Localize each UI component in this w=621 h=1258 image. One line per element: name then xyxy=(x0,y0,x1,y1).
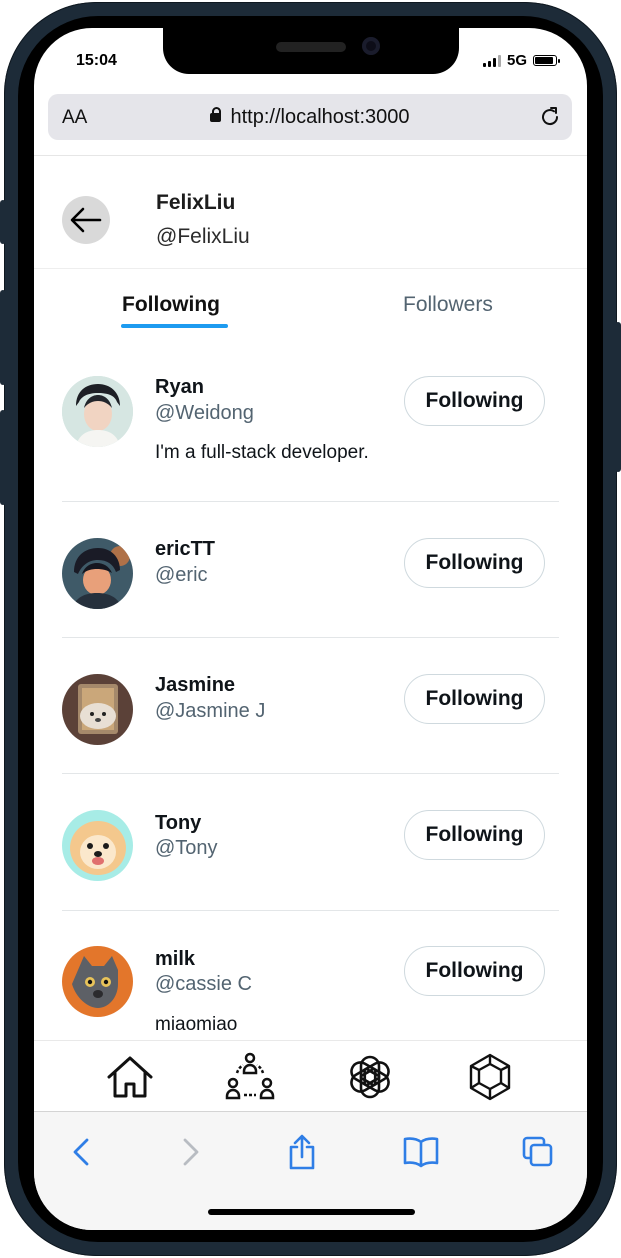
url-text: http://localhost:3000 xyxy=(230,106,410,128)
notch xyxy=(163,28,459,74)
home-icon[interactable] xyxy=(102,1049,158,1105)
user-name[interactable]: Ryan xyxy=(155,376,204,399)
user-bio: I'm a full-stack developer. xyxy=(155,442,369,463)
front-camera xyxy=(362,37,380,55)
divider xyxy=(34,155,587,156)
reload-icon[interactable] xyxy=(538,105,562,134)
lock-icon xyxy=(210,107,222,122)
divider xyxy=(62,501,559,502)
community-icon[interactable] xyxy=(222,1049,278,1105)
status-time: 15:04 xyxy=(76,52,117,69)
power-button xyxy=(615,322,621,472)
user-name[interactable]: milk xyxy=(155,948,195,971)
home-indicator[interactable] xyxy=(208,1209,415,1215)
user-name[interactable]: Jasmine xyxy=(155,674,235,697)
address-bar[interactable]: AA http://localhost:3000 xyxy=(48,94,572,140)
url-display[interactable]: http://localhost:3000 xyxy=(48,106,572,129)
divider xyxy=(62,910,559,911)
profile-handle: @FelixLiu xyxy=(156,225,250,248)
volume-down-button xyxy=(0,410,6,505)
cube-icon[interactable] xyxy=(462,1049,518,1105)
user-handle: @Jasmine J xyxy=(155,700,266,722)
divider xyxy=(62,773,559,774)
bookmarks-icon[interactable] xyxy=(399,1130,443,1174)
tab-following[interactable]: Following xyxy=(122,293,220,317)
user-handle: @cassie C xyxy=(155,973,252,995)
side-button xyxy=(0,200,6,244)
network-type: 5G xyxy=(506,52,527,69)
status-indicators: 5G xyxy=(482,52,560,69)
divider xyxy=(34,268,587,269)
avatar[interactable] xyxy=(62,946,133,1017)
following-button[interactable]: Following xyxy=(404,946,545,996)
profile-name: FelixLiu xyxy=(156,191,236,214)
openai-icon[interactable] xyxy=(342,1049,398,1105)
user-bio: miaomiao xyxy=(155,1014,238,1035)
avatar[interactable] xyxy=(62,376,133,447)
following-button[interactable]: Following xyxy=(404,674,545,724)
tab-active-indicator xyxy=(121,324,228,328)
volume-up-button xyxy=(0,290,6,385)
share-icon[interactable] xyxy=(280,1130,324,1174)
tab-followers[interactable]: Followers xyxy=(403,293,493,317)
following-button[interactable]: Following xyxy=(404,376,545,426)
user-handle: @Tony xyxy=(155,837,218,859)
divider xyxy=(62,637,559,638)
battery-icon xyxy=(533,55,560,66)
bottom-nav xyxy=(34,1040,587,1113)
following-button[interactable]: Following xyxy=(404,810,545,860)
user-handle: @Weidong xyxy=(155,402,254,424)
back-icon[interactable] xyxy=(60,1130,104,1174)
signal-icon xyxy=(482,54,501,67)
tabs-icon[interactable] xyxy=(516,1130,560,1174)
avatar[interactable] xyxy=(62,538,133,609)
forward-icon[interactable] xyxy=(168,1130,212,1174)
avatar[interactable] xyxy=(62,674,133,745)
back-button[interactable] xyxy=(62,196,110,244)
user-name[interactable]: ericTT xyxy=(155,538,215,561)
arrow-left-icon xyxy=(70,207,102,233)
speaker xyxy=(276,42,346,52)
screen: 15:04 5G AA http://localhost:3000 FelixL… xyxy=(34,28,587,1230)
avatar[interactable] xyxy=(62,810,133,881)
user-handle: @eric xyxy=(155,564,208,586)
following-button[interactable]: Following xyxy=(404,538,545,588)
user-name[interactable]: Tony xyxy=(155,812,201,835)
